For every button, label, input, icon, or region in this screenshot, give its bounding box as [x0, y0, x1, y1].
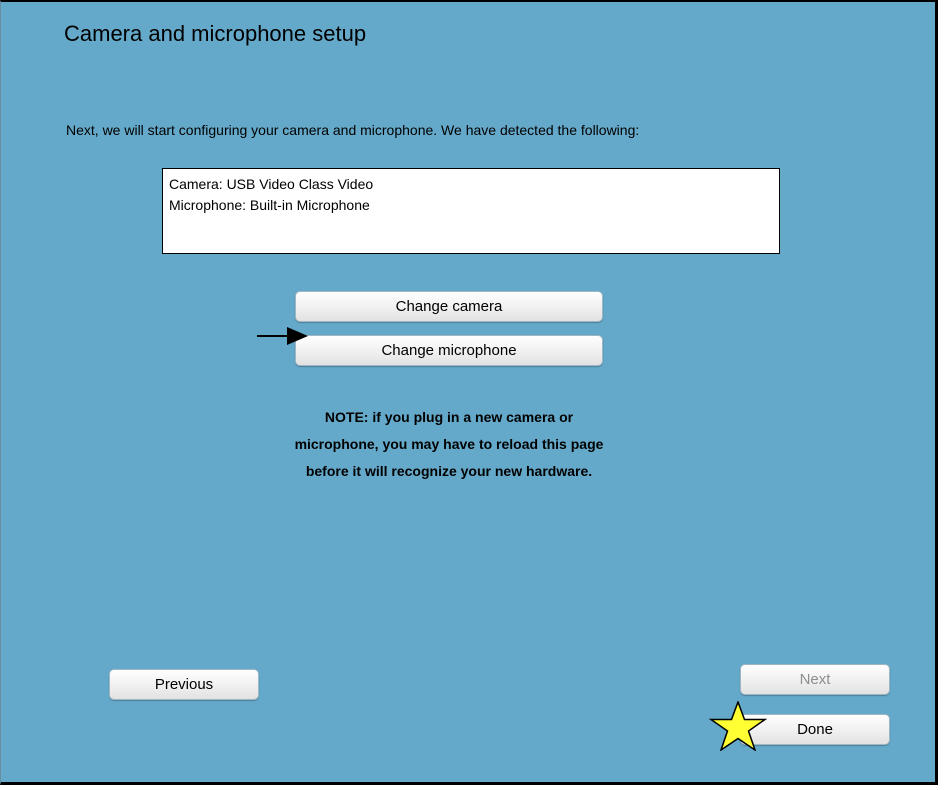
previous-button[interactable]: Previous: [109, 669, 259, 700]
note-line-2: microphone, you may have to reload this …: [294, 436, 604, 452]
note-line-1: NOTE: if you plug in a new camera or: [324, 409, 574, 425]
hardware-note: NOTE: if you plug in a new camera or mic…: [219, 404, 679, 485]
star-icon: [709, 701, 767, 751]
next-button[interactable]: Next: [740, 664, 890, 695]
detected-devices-box: Camera: USB Video Class Video Microphone…: [162, 168, 780, 254]
microphone-device-label: Microphone: Built-in Microphone: [169, 197, 370, 213]
change-microphone-button[interactable]: Change microphone: [295, 335, 603, 366]
setup-panel: Camera and microphone setup Next, we wil…: [0, 0, 938, 785]
page-title: Camera and microphone setup: [64, 21, 367, 46]
note-line-3: before it will recognize your new hardwa…: [305, 463, 593, 479]
camera-device-label: Camera: USB Video Class Video: [169, 176, 374, 192]
change-camera-button[interactable]: Change camera: [295, 291, 603, 322]
intro-text: Next, we will start configuring your cam…: [66, 122, 640, 138]
arrow-right-icon: [257, 327, 308, 345]
